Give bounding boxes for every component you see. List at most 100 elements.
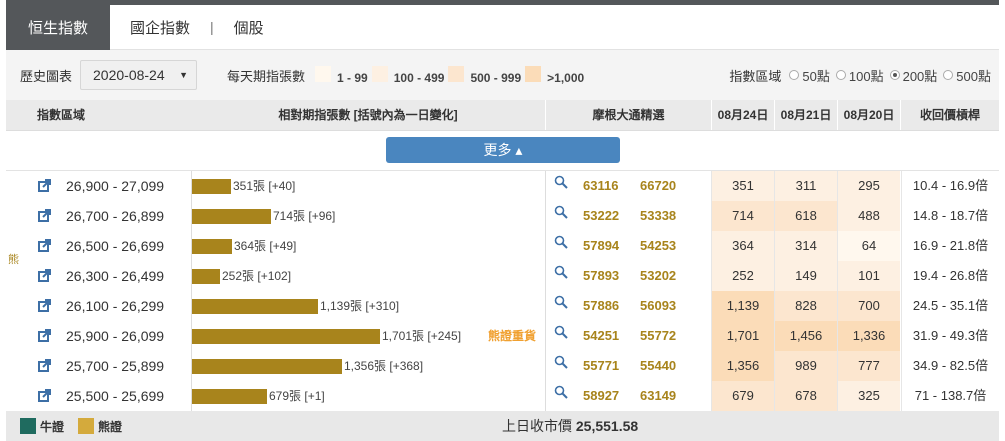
search-icon[interactable] bbox=[554, 325, 568, 339]
zone-range: 26,500 - 26,699 bbox=[66, 238, 165, 254]
table-row: 25,700 - 25,899 1,356張 [+368] 55771 55440 1,… bbox=[0, 351, 1005, 381]
zone-range: 26,100 - 26,299 bbox=[66, 298, 165, 314]
table-row: 26,900 - 27,099 351張 [+40] 63116 66720 351 31… bbox=[0, 171, 1005, 201]
warrant-code[interactable]: 58927 bbox=[583, 381, 619, 411]
external-link-icon[interactable] bbox=[38, 239, 51, 252]
zone-table: 26,900 - 27,099 351張 [+40] 63116 66720 351 31… bbox=[0, 171, 1005, 411]
day-count: 618 bbox=[774, 201, 837, 231]
bull-label: 牛證 bbox=[40, 419, 65, 434]
search-icon[interactable] bbox=[554, 265, 568, 279]
warrant-code[interactable]: 53338 bbox=[640, 201, 676, 231]
zone-radio-3[interactable]: 500點 bbox=[943, 66, 991, 85]
day-count: 678 bbox=[774, 381, 837, 411]
footer-legend: 牛證 熊證 上日收市價 25,551.58 bbox=[6, 411, 999, 441]
zone-range: 25,900 - 26,099 bbox=[66, 328, 165, 344]
day-count: 1,456 bbox=[774, 321, 837, 351]
leverage: 34.9 - 82.5倍 bbox=[901, 351, 999, 381]
radio-label: 200點 bbox=[902, 68, 938, 84]
search-icon[interactable] bbox=[554, 385, 568, 399]
external-link-icon[interactable] bbox=[38, 209, 51, 222]
external-link-icon[interactable] bbox=[38, 389, 51, 402]
external-link-icon[interactable] bbox=[38, 299, 51, 312]
day-count: 1,139 bbox=[711, 291, 774, 321]
zone-radio-1[interactable]: 100點 bbox=[835, 66, 884, 85]
external-link-icon[interactable] bbox=[38, 329, 51, 342]
warrant-code[interactable]: 66720 bbox=[640, 171, 676, 201]
bull-swatch bbox=[20, 418, 36, 434]
warrant-code[interactable]: 63116 bbox=[583, 171, 618, 201]
bar-label: 364張 [+49] bbox=[234, 239, 297, 253]
bar-label: 679張 [+1] bbox=[269, 389, 325, 403]
search-icon[interactable] bbox=[554, 355, 568, 369]
legend-swatch bbox=[448, 65, 465, 82]
warrant-code[interactable]: 55771 bbox=[583, 351, 619, 381]
history-label: 歷史圖表 bbox=[20, 68, 73, 84]
zone-radios: 指數區域 50點 100點 200點 500點 bbox=[729, 66, 991, 85]
day-count: 1,356 bbox=[711, 351, 774, 381]
table-row: 25,900 - 26,099 1,701張 [+245] 熊證重貨 54251 557… bbox=[0, 321, 1005, 351]
zone-range: 26,900 - 27,099 bbox=[66, 178, 165, 194]
warrant-code[interactable]: 53202 bbox=[640, 261, 676, 291]
zone-radio-0[interactable]: 50點 bbox=[789, 66, 830, 85]
day-count: 1,336 bbox=[837, 321, 900, 351]
search-icon[interactable] bbox=[554, 205, 568, 219]
zone-radio-2[interactable]: 200點 bbox=[889, 66, 938, 85]
external-link-icon[interactable] bbox=[38, 359, 51, 372]
warrant-code[interactable]: 57894 bbox=[583, 231, 619, 261]
warrant-code[interactable]: 63149 bbox=[640, 381, 676, 411]
leverage: 10.4 - 16.9倍 bbox=[901, 171, 999, 201]
search-icon[interactable] bbox=[554, 295, 568, 309]
tab-hscei[interactable]: 國企指數 bbox=[110, 5, 210, 50]
bar-label: 714張 [+96] bbox=[273, 209, 336, 223]
contracts-bar bbox=[192, 269, 220, 284]
tab-stocks[interactable]: 個股 bbox=[214, 5, 284, 50]
daily-contracts-label: 每天期指張數 bbox=[227, 68, 306, 84]
day-count: 252 bbox=[711, 261, 774, 291]
header-contracts: 相對期指張數 [括號內為一日變化] bbox=[278, 108, 458, 122]
more-button[interactable]: 更多 ▴ bbox=[386, 137, 620, 163]
warrant-code[interactable]: 57886 bbox=[583, 291, 619, 321]
radio-icon bbox=[789, 70, 800, 80]
radio-label: 500點 bbox=[956, 68, 991, 84]
leverage: 14.8 - 18.7倍 bbox=[901, 201, 999, 231]
contracts-bar bbox=[192, 359, 342, 374]
table-row: 26,500 - 26,699 364張 [+49] 57894 54253 364 31… bbox=[0, 231, 1005, 261]
day-count: 295 bbox=[837, 171, 900, 201]
leverage: 16.9 - 21.8倍 bbox=[901, 231, 999, 261]
prev-close-label: 上日收市價 bbox=[502, 418, 572, 434]
radio-icon bbox=[943, 70, 954, 80]
heavy-bear-badge: 熊證重貨 bbox=[488, 329, 537, 343]
zone-range: 25,500 - 25,699 bbox=[66, 388, 165, 404]
day-count: 679 bbox=[711, 381, 774, 411]
zone-label: 指數區域 bbox=[729, 68, 782, 84]
warrant-code[interactable]: 54251 bbox=[583, 321, 619, 351]
more-row: 更多 ▴ bbox=[6, 131, 999, 171]
table-row: 26,700 - 26,899 714張 [+96] 53222 53338 714 61… bbox=[0, 201, 1005, 231]
leverage: 31.9 - 49.3倍 bbox=[901, 321, 999, 351]
warrant-code[interactable]: 54253 bbox=[640, 231, 676, 261]
contracts-bar bbox=[192, 299, 318, 314]
day-count: 714 bbox=[711, 201, 774, 231]
legend-label: 1 - 99 bbox=[337, 70, 368, 85]
warrant-code[interactable]: 55772 bbox=[640, 321, 676, 351]
radio-label: 100點 bbox=[848, 68, 884, 84]
bar-label: 1,701張 [+245] bbox=[382, 329, 462, 343]
tab-hsi[interactable]: 恒生指數 bbox=[6, 4, 110, 50]
day-count: 777 bbox=[837, 351, 900, 381]
filter-bar: 歷史圖表 2020-08-24 ▼ 每天期指張數 1 - 99 100 - 499 5… bbox=[6, 50, 999, 100]
table-header: 指數區域 相對期指張數 [括號內為一日變化] 摩根大通精選 08月24日 08月… bbox=[6, 100, 999, 131]
warrant-code[interactable]: 56093 bbox=[640, 291, 676, 321]
header-day3: 08月20日 bbox=[837, 100, 900, 130]
external-link-icon[interactable] bbox=[38, 179, 51, 192]
warrant-code[interactable]: 55440 bbox=[640, 351, 676, 381]
search-icon[interactable] bbox=[554, 235, 568, 249]
leverage: 71 - 138.7倍 bbox=[901, 381, 999, 411]
search-icon[interactable] bbox=[554, 175, 568, 189]
zone-range: 26,700 - 26,899 bbox=[66, 208, 165, 224]
date-select[interactable]: 2020-08-24 ▼ bbox=[80, 60, 198, 90]
day-count: 1,701 bbox=[711, 321, 774, 351]
warrant-code[interactable]: 57893 bbox=[583, 261, 619, 291]
header-leverage: 收回價槓桿 bbox=[900, 100, 999, 130]
warrant-code[interactable]: 53222 bbox=[583, 201, 619, 231]
external-link-icon[interactable] bbox=[38, 269, 51, 282]
